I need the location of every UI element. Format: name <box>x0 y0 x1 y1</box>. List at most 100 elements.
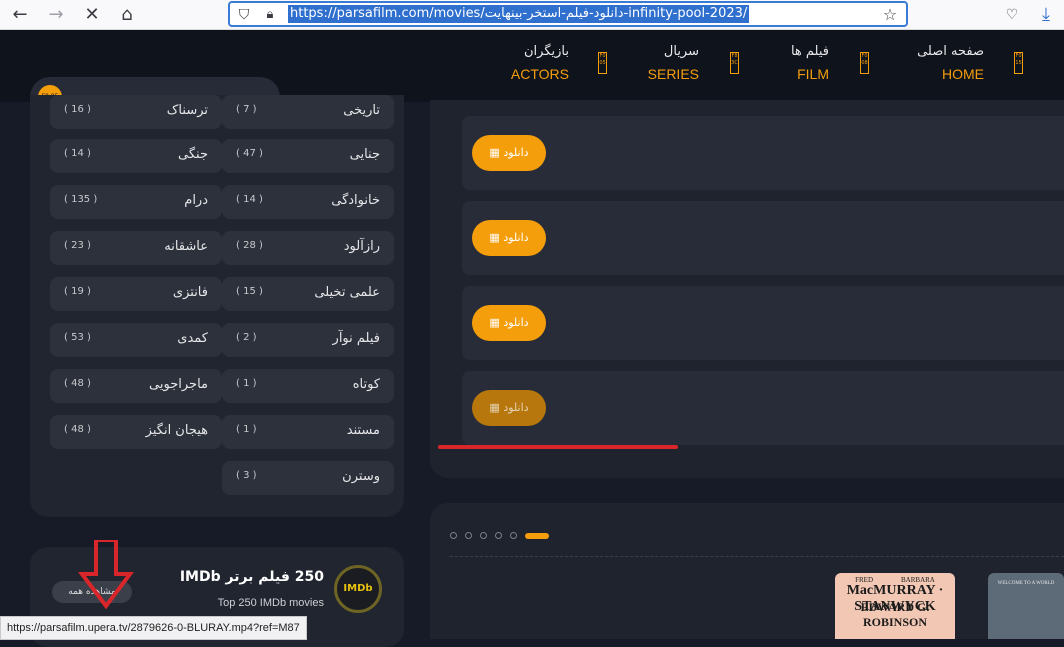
nav-label-fa: صفحه اصلی <box>917 44 984 59</box>
movie-poster[interactable]: FRED BARBARA MacMURRAY · STANWYCK EDWARD… <box>835 573 955 639</box>
genre-count: ( 135 ) <box>64 194 98 205</box>
home-icon[interactable]: ⌂ <box>115 3 139 27</box>
download-button[interactable]: دانلود ▦ <box>472 220 546 256</box>
nav-label-en: ACTORS <box>510 66 569 82</box>
genre-panel: تاریخی ( 7 ) ترسناک ( 16 ) جنایی ( 47 ) جنگ… <box>30 95 404 517</box>
genre-count: ( 48 ) <box>64 424 91 435</box>
genre-item[interactable]: تاریخی ( 7 ) <box>222 95 394 129</box>
genre-count: ( 19 ) <box>64 286 91 297</box>
download-button[interactable]: دانلود ▦ <box>472 135 546 171</box>
download-row: دانلود ▦ <box>462 116 1064 190</box>
nav-label-en: FILM <box>797 66 829 82</box>
carousel-dot[interactable] <box>510 532 517 539</box>
download-row: دانلود ▦ <box>462 201 1064 275</box>
bookmark-star-icon[interactable]: ☆ <box>878 3 902 27</box>
download-label: دانلود <box>503 401 529 414</box>
genre-item[interactable]: علمی تخیلی ( 15 ) <box>222 277 394 311</box>
status-bar-link: https://parsafilm.upera.tv/2879626-0-BLU… <box>0 616 307 640</box>
genre-item[interactable]: خانوادگی ( 14 ) <box>222 185 394 219</box>
download-label: دانلود <box>503 316 529 329</box>
download-icon: ▦ <box>489 146 500 159</box>
pocket-icon[interactable]: ♡ <box>1000 3 1024 27</box>
genre-count: ( 23 ) <box>64 240 91 251</box>
lock-icon[interactable]: 🔒︎ <box>258 3 282 27</box>
actors-nav-icon: F0 05 <box>598 52 607 74</box>
shield-icon[interactable]: ⛉ <box>232 3 256 27</box>
genre-item[interactable]: فانتزی ( 19 ) <box>50 277 222 311</box>
red-underline-annotation <box>438 445 678 449</box>
genre-item[interactable]: کوتاه ( 1 ) <box>222 369 394 403</box>
genre-name: جنگی <box>178 147 208 162</box>
carousel-dot-active[interactable] <box>525 533 549 539</box>
genre-item[interactable]: جنگی ( 14 ) <box>50 139 222 173</box>
nav-item-series[interactable]: سریال SERIES <box>648 44 699 82</box>
genre-name: فیلم نوآر <box>332 331 380 346</box>
genre-name: ماجراجویی <box>149 377 208 392</box>
nav-label-en: HOME <box>942 66 984 82</box>
nav-label-fa: بازیگران <box>524 44 569 59</box>
address-bar[interactable]: ⛉ 🔒︎ https://parsafilm.com/movies/دانلود… <box>228 1 908 27</box>
genre-count: ( 1 ) <box>236 378 257 389</box>
genre-name: کمدی <box>177 331 208 346</box>
download-icon[interactable]: ⤓ <box>1034 3 1058 27</box>
genre-name: فانتزی <box>172 285 208 300</box>
download-label: دانلود <box>503 146 529 159</box>
carousel-panel: FRED BARBARA MacMURRAY · STANWYCK EDWARD… <box>430 503 1064 639</box>
genre-item[interactable]: عاشقانه ( 23 ) <box>50 231 222 265</box>
imdb-title: 250 فیلم برتر IMDb <box>179 569 324 585</box>
download-icon: ▦ <box>489 316 500 329</box>
carousel-dot[interactable] <box>450 532 457 539</box>
imdb-subtitle: Top 250 IMDb movies <box>217 597 324 609</box>
genre-name: کوتاه <box>352 377 380 392</box>
genre-item[interactable]: جنایی ( 47 ) <box>222 139 394 173</box>
nav-item-home[interactable]: صفحه اصلی HOME <box>917 44 984 82</box>
series-nav-icon: F8 3C <box>730 52 739 74</box>
genre-item[interactable]: هیجان انگیز ( 48 ) <box>50 415 222 449</box>
genre-name: جنایی <box>349 147 380 162</box>
genre-count: ( 1 ) <box>236 424 257 435</box>
genre-item[interactable]: کمدی ( 53 ) <box>50 323 222 357</box>
genre-name: علمی تخیلی <box>314 285 380 300</box>
site-header: F0 05 صفحه اصلی HOME F0 15 فیلم ها FILM … <box>0 30 1064 117</box>
nav-item-film[interactable]: فیلم ها FILM <box>791 44 829 82</box>
film-nav-icon: F0 08 <box>860 52 869 74</box>
nav-label-en: SERIES <box>647 66 699 82</box>
forward-icon[interactable]: → <box>44 3 68 27</box>
genre-item[interactable]: فیلم نوآر ( 2 ) <box>222 323 394 357</box>
download-row: دانلود ▦ <box>462 371 1064 445</box>
download-button[interactable]: دانلود ▦ <box>472 390 546 426</box>
genre-count: ( 14 ) <box>64 148 91 159</box>
carousel-dot[interactable] <box>480 532 487 539</box>
download-row: دانلود ▦ <box>462 286 1064 360</box>
genre-item[interactable]: درام ( 135 ) <box>50 185 222 219</box>
stop-icon[interactable]: ✕ <box>80 3 104 27</box>
carousel-dot[interactable] <box>465 532 472 539</box>
genre-name: ترسناک <box>166 103 208 118</box>
genre-item[interactable]: ترسناک ( 16 ) <box>50 95 222 129</box>
genre-count: ( 15 ) <box>236 286 263 297</box>
imdb-logo: IMDb <box>334 565 382 613</box>
movie-poster[interactable]: WELCOME TO A WORLD <box>988 573 1064 639</box>
download-button[interactable]: دانلود ▦ <box>472 305 546 341</box>
nav-label-fa: فیلم ها <box>790 44 829 59</box>
download-icon: ▦ <box>489 231 500 244</box>
genre-item[interactable]: مستند ( 1 ) <box>222 415 394 449</box>
genre-count: ( 14 ) <box>236 194 263 205</box>
download-panel: دانلود ▦ دانلود ▦ دانلود ▦ دانلود ▦ <box>430 100 1064 478</box>
genre-name: مستند <box>346 423 380 438</box>
genre-count: ( 28 ) <box>236 240 263 251</box>
genre-count: ( 16 ) <box>64 104 91 115</box>
genre-item[interactable]: وسترن ( 3 ) <box>222 461 394 495</box>
back-icon[interactable]: ← <box>8 3 32 27</box>
genre-item[interactable]: ماجراجویی ( 48 ) <box>50 369 222 403</box>
carousel-dot[interactable] <box>495 532 502 539</box>
genre-name: رازآلود <box>343 239 380 254</box>
divider <box>450 556 1064 557</box>
genre-item[interactable]: رازآلود ( 28 ) <box>222 231 394 265</box>
url-text[interactable]: https://parsafilm.com/movies/دانلود-فیلم… <box>288 5 750 23</box>
download-label: دانلود <box>503 231 529 244</box>
nav-label-fa: سریال <box>663 44 699 59</box>
genre-count: ( 2 ) <box>236 332 257 343</box>
genre-count: ( 3 ) <box>236 470 257 481</box>
nav-item-actors[interactable]: بازیگران ACTORS <box>511 44 569 82</box>
